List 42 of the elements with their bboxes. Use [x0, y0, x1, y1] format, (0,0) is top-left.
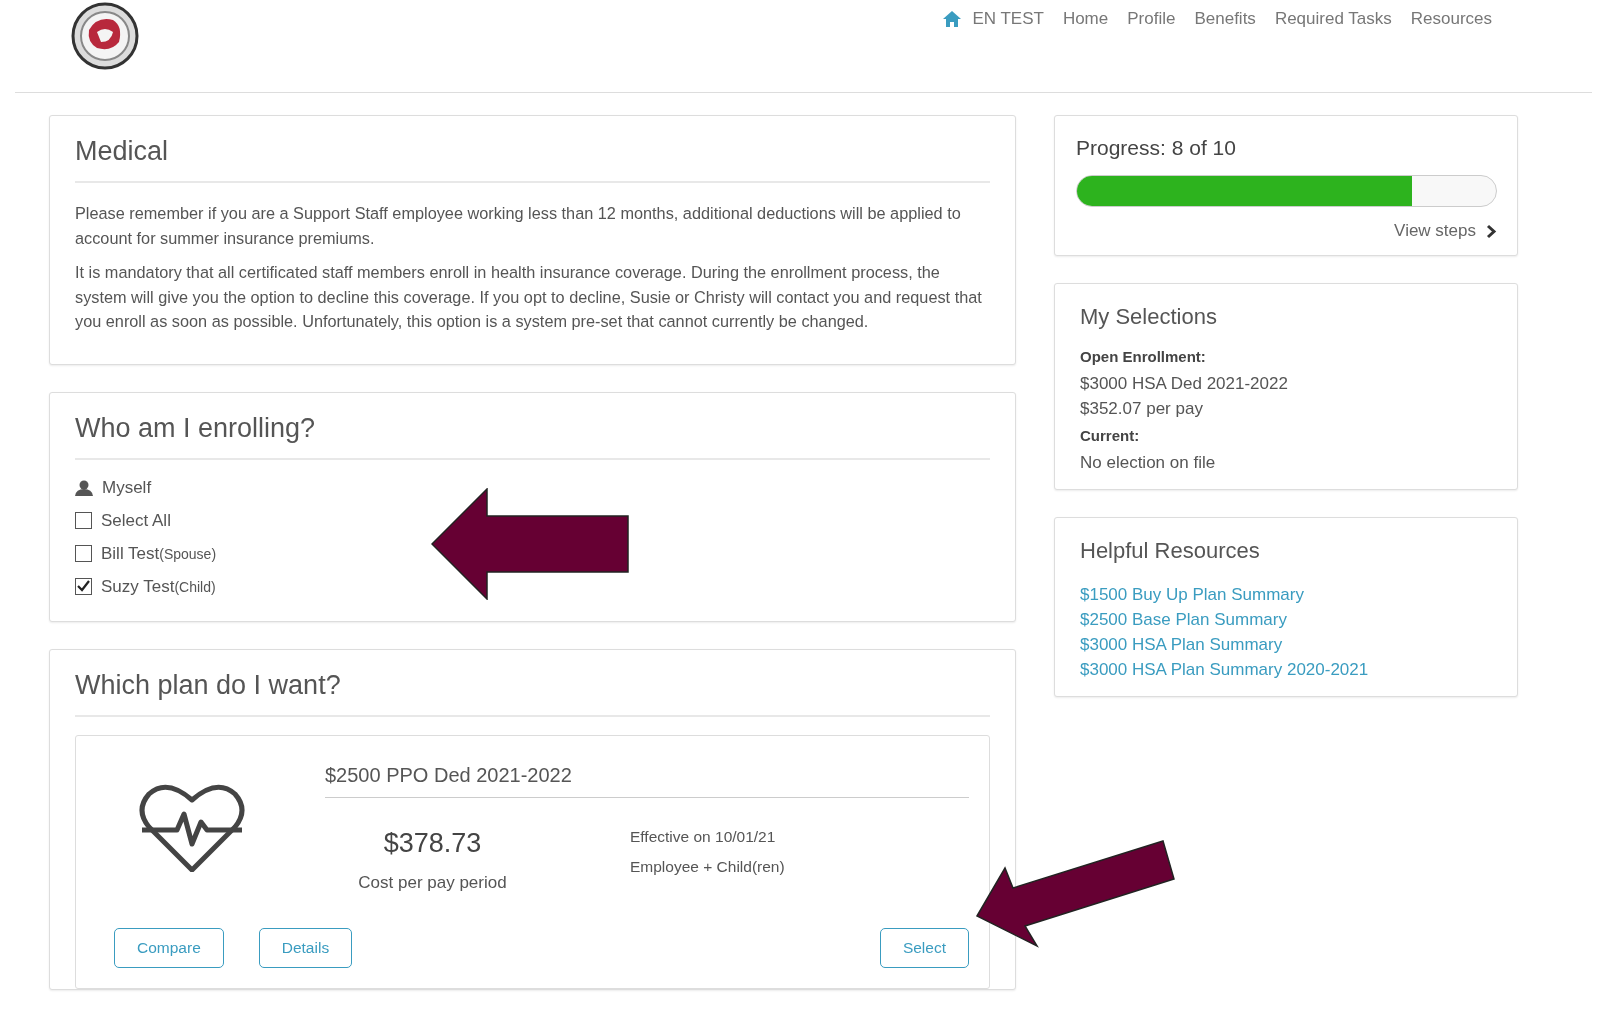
member-name: Suzy Test(Child) — [101, 576, 216, 597]
member-name: Myself — [102, 477, 152, 498]
notice-text: Please remember if you are a Support Staff employee working less than 12 months, additional deductions will be applied to account for summer insurance premiums. — [75, 203, 962, 249]
select-button[interactable]: Select — [879, 927, 969, 968]
selection-heading: Open Enrollment: — [1080, 348, 1207, 365]
card-title: Medical — [75, 136, 170, 167]
home-icon[interactable] — [942, 10, 963, 28]
card-title: Who am I enrolling? — [75, 412, 317, 444]
selection-value: No election on file — [1080, 452, 1217, 474]
plan-name: $2500 PPO Ded 2021-2022 — [325, 755, 969, 798]
resource-link[interactable]: $3000 HSA Plan Summary 2020-2021 — [1080, 657, 1497, 682]
nav-link[interactable]: Resources — [1410, 9, 1492, 29]
plan-action-button[interactable]: Details — [258, 927, 353, 968]
card-title: Which plan do I want? — [75, 669, 342, 701]
nav-link[interactable]: Home — [1062, 9, 1109, 29]
chevron-right-icon[interactable] — [1486, 223, 1497, 239]
nav-link[interactable]: EN TEST — [972, 9, 1044, 29]
nav-link[interactable]: Benefits — [1194, 9, 1256, 29]
view-steps-link[interactable]: View steps — [1394, 221, 1476, 241]
person-icon — [75, 479, 93, 496]
member-name: Select All — [101, 510, 171, 531]
checkbox[interactable] — [75, 545, 92, 562]
selection-value: $352.07 per pay — [1080, 398, 1204, 420]
notice-text: It is mandatory that all certificated staff members enroll in health insurance coverage. During the enrollment process, the system will give you the option to decline this coverage. If you opt to decline, Susie or Christy will contact you and request that you enroll as soon as possible. Unfortunately, this option is a system pre-set that cannot currently be changed. — [75, 262, 983, 332]
resource-link[interactable]: $1500 Buy Up Plan Summary — [1080, 582, 1497, 607]
nav-link[interactable]: Required Tasks — [1274, 9, 1392, 29]
selection-value: $3000 HSA Ded 2021-2022 — [1080, 373, 1289, 395]
checkbox[interactable] — [75, 578, 92, 595]
effective-date: Effective on 10/01/21 — [630, 826, 777, 847]
price-label: Cost per pay period — [357, 872, 508, 893]
coverage-level: Employee + Child(ren) — [630, 856, 785, 877]
card-title: My Selections — [1080, 304, 1218, 330]
plan-action-button[interactable]: Compare — [114, 927, 224, 968]
card-title: Helpful Resources — [1080, 538, 1261, 564]
plan-price: $378.73 — [382, 827, 483, 859]
checkbox[interactable] — [75, 512, 92, 529]
progress-label: Progress: 8 of 10 — [1076, 136, 1237, 160]
resource-link[interactable]: $2500 Base Plan Summary — [1080, 607, 1497, 632]
resource-link[interactable]: $3000 HSA Plan Summary — [1080, 632, 1497, 657]
member-name: Bill Test(Spouse) — [101, 543, 217, 564]
selection-heading: Current: — [1080, 427, 1141, 444]
nav-link[interactable]: Profile — [1127, 9, 1176, 29]
